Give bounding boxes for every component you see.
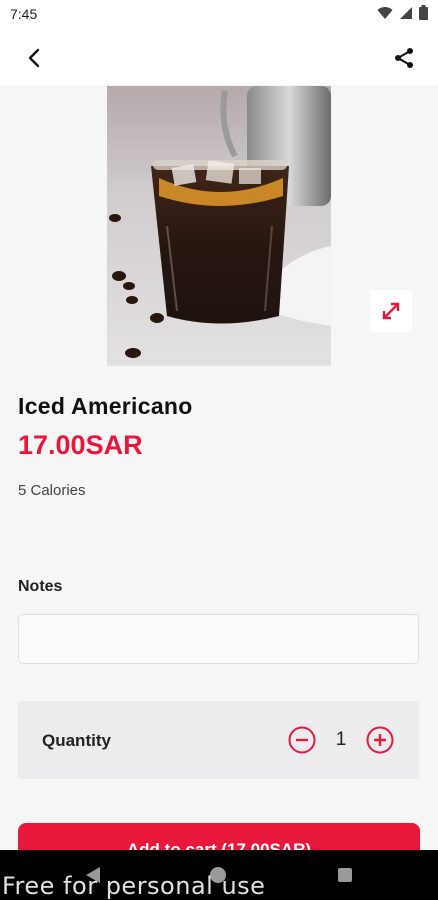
expand-image-button[interactable]	[370, 290, 412, 332]
wifi-icon	[377, 6, 393, 19]
product-image	[107, 86, 331, 366]
product-price: 17.00SAR	[18, 430, 143, 460]
product-title: Iced Americano	[18, 393, 193, 419]
product-calories: 5 Calories	[18, 482, 86, 499]
share-icon	[395, 48, 413, 68]
signal-icon	[400, 6, 412, 19]
expand-icon	[382, 302, 400, 320]
battery-icon	[419, 5, 428, 20]
watermark-text: Free for personal use	[2, 872, 266, 900]
chevron-left-icon	[28, 48, 40, 68]
app-bar	[0, 28, 438, 85]
increase-quantity-button[interactable]	[366, 726, 394, 754]
iced-americano-photo	[107, 86, 331, 366]
status-icons	[377, 5, 428, 20]
share-button[interactable]	[388, 42, 420, 74]
notes-label: Notes	[18, 578, 63, 595]
nav-recent-apps-icon[interactable]	[338, 868, 352, 882]
status-bar: 7:45	[0, 0, 438, 28]
quantity-label: Quantity	[42, 731, 111, 750]
back-button[interactable]	[18, 42, 50, 74]
status-time: 7:45	[10, 6, 38, 22]
decrease-quantity-button[interactable]	[288, 726, 316, 754]
notes-input[interactable]	[18, 614, 419, 664]
quantity-stepper: Quantity 1	[18, 701, 419, 779]
quantity-value: 1	[335, 729, 347, 750]
